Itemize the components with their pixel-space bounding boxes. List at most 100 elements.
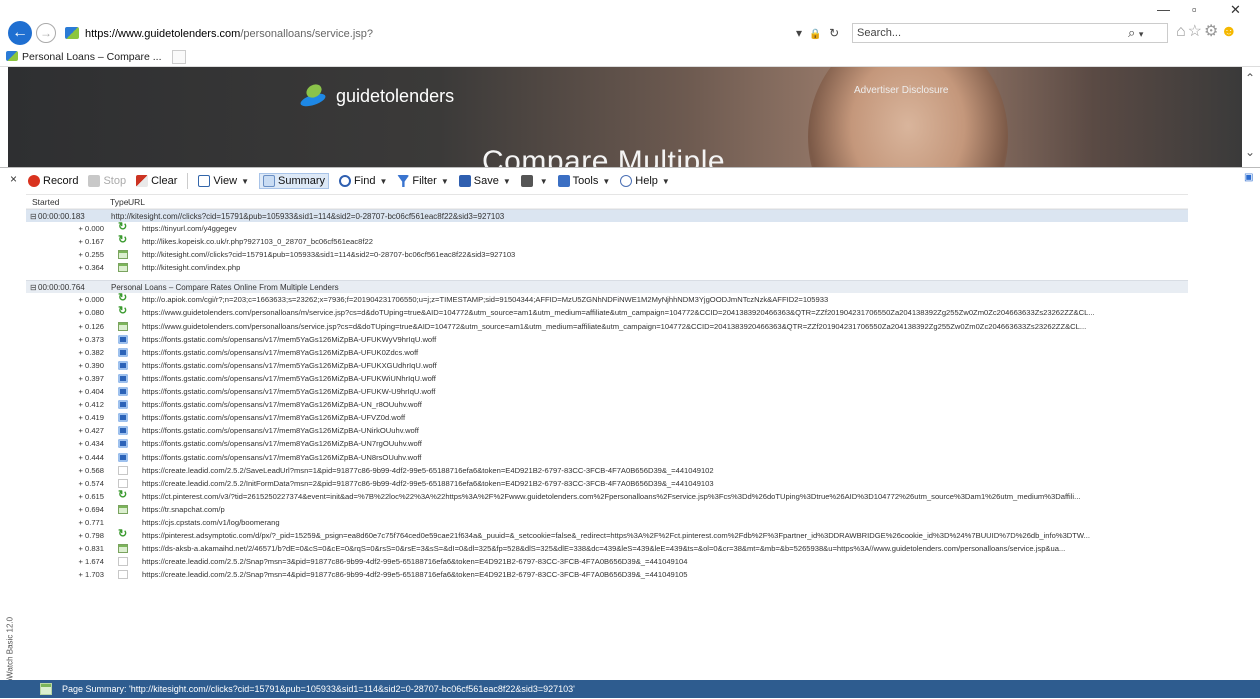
request-row[interactable]: + 0.404 https://fonts.gstatic.com/s/opens… [26, 385, 1188, 398]
request-row[interactable]: + 0.615 ↻ https://ct.pinterest.com/v3/?tid… [26, 490, 1188, 503]
tab-personal-loans[interactable]: Personal Loans – Compare ... × [6, 48, 166, 81]
request-row[interactable]: + 0.000 ↻ https://tinyurl.com/y4ggegev [26, 222, 1188, 235]
request-row[interactable]: + 1.674 https://create.leadid.com/2.5.2/S… [26, 555, 1188, 568]
restore-button[interactable]: ▫ [1192, 2, 1197, 17]
request-row[interactable]: + 0.419 https://fonts.gstatic.com/s/opens… [26, 411, 1188, 424]
filter-button[interactable]: Filter ▼ [397, 175, 449, 187]
request-offset: + 1.674 [78, 557, 104, 567]
search-controls: ⌕ ▾ [1128, 23, 1143, 44]
address-bar[interactable]: https://www.guidetolenders.com/personall… [62, 23, 842, 60]
html-page-icon [118, 263, 128, 273]
forward-button[interactable]: → [36, 23, 56, 43]
request-url: http://likes.kopeisk.co.uk/r.php?927103_… [142, 237, 373, 247]
search-input[interactable]: Search... [852, 23, 1168, 43]
request-row[interactable]: + 0.798 ↻ https://pinterest.adsymptotic.co… [26, 529, 1188, 542]
find-button[interactable]: Find ▼ [339, 175, 387, 187]
print-button[interactable]: ▼ [520, 175, 548, 187]
request-row[interactable]: + 0.771 https://cjs.cpstats.com/v1/log/bo… [26, 516, 1188, 529]
request-row[interactable]: + 0.831 https://ds-aksb-a.akamaihd.net/2/… [26, 542, 1188, 555]
request-row[interactable]: + 0.255 http://kitesight.com//clicks?cid=… [26, 248, 1188, 261]
tab-row: Personal Loans – Compare ... × [0, 47, 1260, 81]
chevron-down-icon: ▼ [661, 176, 670, 186]
summary-button[interactable]: Summary [258, 173, 330, 189]
request-row[interactable]: + 0.434 https://fonts.gstatic.com/s/opens… [26, 437, 1188, 450]
request-row[interactable]: + 1.703 https://create.leadid.com/2.5.2/S… [26, 568, 1188, 581]
font-file-icon [118, 426, 128, 436]
search-icon[interactable]: ⌕ [1128, 25, 1135, 40]
request-row[interactable]: + 0.167 ↻ http://likes.kopeisk.co.uk/r.php… [26, 235, 1188, 248]
page-hero: guidetolenders Advertiser Disclosure Com… [8, 67, 1242, 167]
request-row[interactable]: + 0.444 https://fonts.gstatic.com/s/opens… [26, 451, 1188, 464]
minimize-button[interactable]: — [1157, 2, 1170, 17]
request-row[interactable]: + 0.397 https://fonts.gstatic.com/s/opens… [26, 372, 1188, 385]
new-tab-button[interactable] [172, 50, 186, 64]
back-button[interactable]: ← [8, 21, 32, 45]
request-url: http://kitesight.com/index.php [142, 263, 241, 273]
page-group-row[interactable]: ⊟ 00:00:00.183 http://kitesight.com//click… [26, 209, 1188, 222]
star-icon[interactable]: ☆ [1188, 23, 1204, 40]
view-button[interactable]: View ▼ [198, 175, 249, 187]
request-url: https://fonts.gstatic.com/s/opensans/v17… [142, 439, 422, 449]
summary-label: Summary [277, 175, 326, 187]
request-row[interactable]: + 0.364 http://kitesight.com/index.php [26, 261, 1188, 274]
scroll-up-icon[interactable]: ⌃ [1245, 71, 1255, 85]
page-scrollbar[interactable]: ⌃ ⌄ [1242, 67, 1260, 167]
request-row[interactable]: + 0.694 https://tr.snapchat.com/p [26, 503, 1188, 516]
request-offset: + 0.615 [78, 491, 104, 501]
request-row[interactable]: + 0.412 https://fonts.gstatic.com/s/opens… [26, 398, 1188, 411]
html-page-icon [118, 504, 128, 514]
column-headers: Started Type URL [26, 195, 1188, 209]
httpwatch-close-icon[interactable]: × [10, 172, 17, 186]
smiley-icon[interactable]: ☻ [1220, 23, 1239, 40]
stop-label: Stop [103, 175, 127, 187]
request-row[interactable]: + 0.574 https://create.leadid.com/2.5.2/I… [26, 477, 1188, 490]
record-button[interactable]: Record [28, 175, 78, 187]
site-logo[interactable]: guidetolenders [299, 81, 454, 109]
request-offset: + 0.694 [78, 504, 104, 514]
font-file-icon [118, 387, 128, 397]
lock-icon[interactable]: 🔒 [809, 29, 821, 40]
request-row[interactable]: + 0.382 https://fonts.gstatic.com/s/opens… [26, 346, 1188, 359]
request-row[interactable]: + 0.126 https://www.guidetolenders.com/pe… [26, 320, 1188, 333]
chevron-down-icon: ▼ [539, 176, 548, 186]
request-row[interactable]: + 0.080 ↻ https://www.guidetolenders.com/p… [26, 306, 1188, 319]
page-summary-text: Page Summary: 'http://kitesight.com//cli… [62, 684, 575, 694]
request-offset: + 0.397 [78, 373, 104, 383]
request-url: https://fonts.gstatic.com/s/opensans/v17… [142, 334, 437, 344]
request-row[interactable]: + 0.427 https://fonts.gstatic.com/s/opens… [26, 424, 1188, 437]
gear-icon[interactable]: ⚙ [1204, 23, 1220, 40]
search-dropdown-icon[interactable]: ▾ [1139, 29, 1144, 39]
request-offset: + 0.771 [78, 517, 104, 527]
tools-button[interactable]: Tools ▼ [557, 175, 611, 187]
clear-icon [136, 175, 149, 187]
close-window-button[interactable]: ✕ [1230, 2, 1241, 18]
advertiser-disclosure-link[interactable]: Advertiser Disclosure [854, 85, 948, 96]
blank-file-icon [118, 557, 128, 567]
help-button[interactable]: Help ▼ [620, 175, 670, 187]
font-file-icon [118, 334, 128, 344]
httpwatch-pin-icon[interactable]: ▣ [1244, 172, 1253, 183]
scroll-down-icon[interactable]: ⌄ [1245, 145, 1255, 159]
save-button[interactable]: Save ▼ [458, 175, 511, 187]
request-row[interactable]: + 0.000 ↻ http://o.apiok.com/cgi/r?;n=203;… [26, 293, 1188, 306]
clear-button[interactable]: Clear [136, 175, 177, 187]
request-url: https://tinyurl.com/y4ggegev [142, 224, 237, 233]
collapse-toggle-icon[interactable]: ⊟ [30, 210, 37, 222]
column-started[interactable]: Started [32, 197, 59, 207]
request-row[interactable]: + 0.568 https://create.leadid.com/2.5.2/S… [26, 464, 1188, 477]
request-row[interactable]: + 0.373 https://fonts.gstatic.com/s/opens… [26, 333, 1188, 346]
chevron-down-icon: ▼ [440, 176, 449, 186]
page-group-row[interactable]: ⊟ 00:00:00.764 Personal Loans – Compare Ra… [26, 280, 1188, 294]
column-type[interactable]: Type [110, 197, 128, 207]
column-url[interactable]: URL [128, 197, 145, 207]
request-url: https://www.guidetolenders.com/personall… [142, 308, 1095, 318]
refresh-icon[interactable]: ↻ [829, 26, 839, 40]
collapse-toggle-icon[interactable]: ⊟ [30, 281, 37, 293]
chevron-down-icon: ▼ [602, 176, 611, 186]
url-host: https://www.guidetolenders.com [85, 28, 241, 40]
request-row[interactable]: + 0.390 https://fonts.gstatic.com/s/opens… [26, 359, 1188, 372]
url-dropdown-icon[interactable]: ▾ [796, 26, 802, 40]
stop-button[interactable]: Stop [88, 175, 126, 187]
home-icon[interactable]: ⌂ [1176, 23, 1188, 40]
request-offset: + 0.427 [78, 426, 104, 436]
